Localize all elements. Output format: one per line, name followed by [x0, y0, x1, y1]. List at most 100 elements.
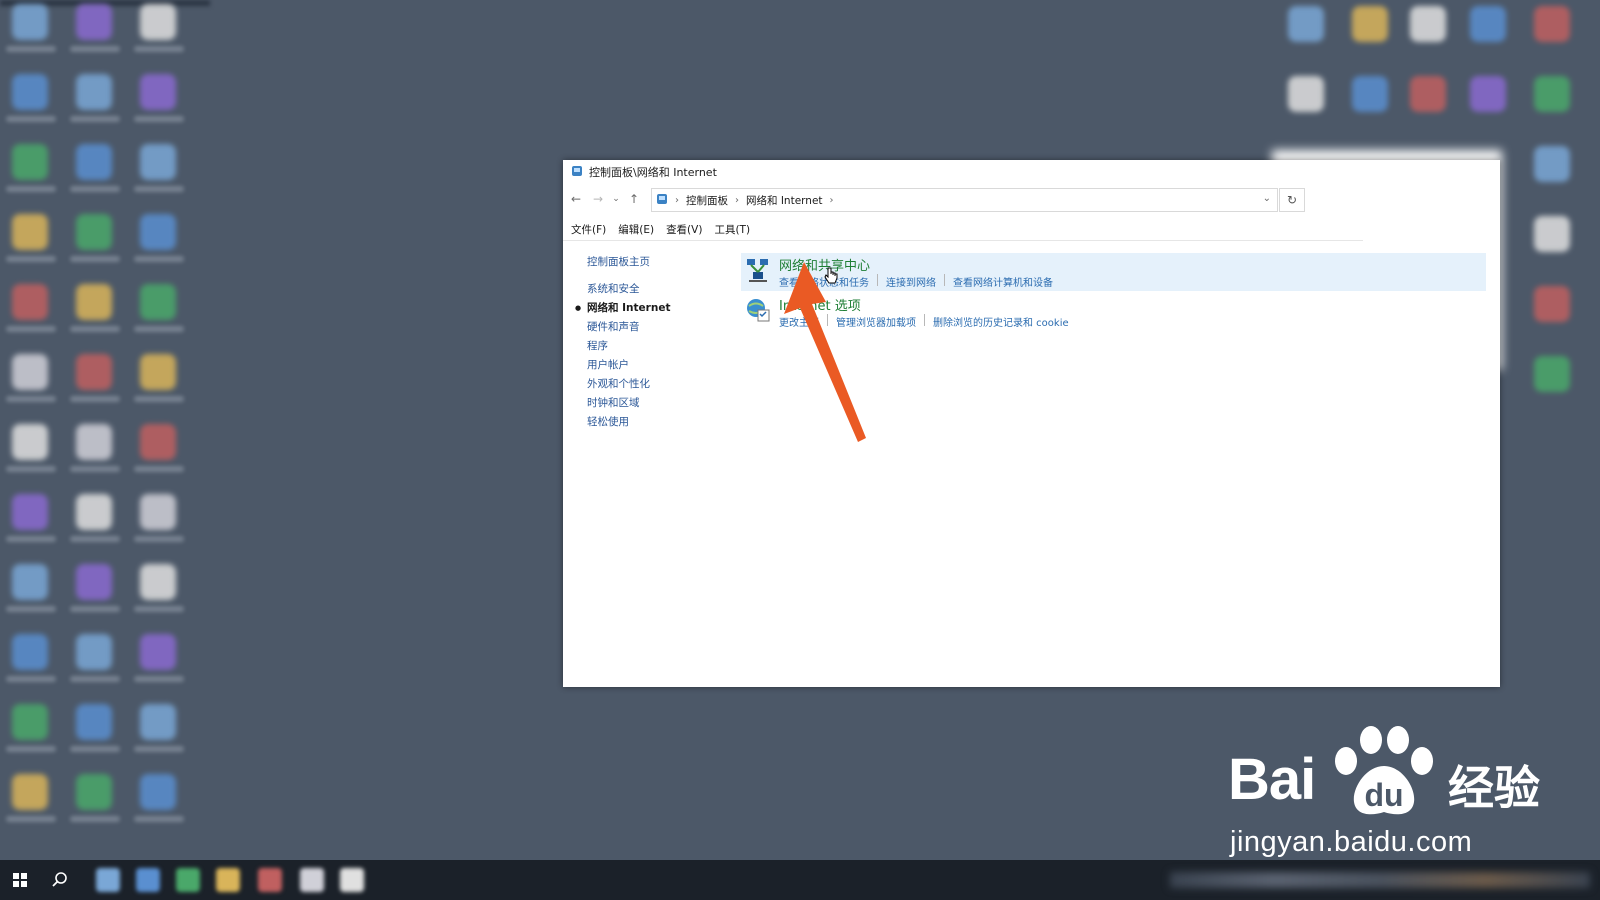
watermark-url: jingyan.baidu.com [1230, 826, 1473, 858]
desktop-shortcut-icon[interactable] [1288, 76, 1324, 112]
up-arrow-icon[interactable]: ↑ [625, 190, 643, 208]
desktop-shortcut-icon[interactable] [1534, 216, 1570, 252]
desktop-shortcut-icon[interactable] [140, 704, 176, 740]
menu-view[interactable]: 查看(V) [666, 222, 702, 237]
desktop-shortcut-icon[interactable] [140, 4, 176, 40]
desktop-shortcut-icon[interactable] [76, 774, 112, 810]
desktop-shortcut-icon[interactable] [12, 704, 48, 740]
desktop-shortcut-icon[interactable] [76, 634, 112, 670]
desktop-shortcut-icon[interactable] [76, 424, 112, 460]
sidebar-item-system-security[interactable]: 系统和安全 [587, 280, 670, 299]
view-network-computers-link[interactable]: 查看网络计算机和设备 [953, 274, 1053, 289]
menu-file[interactable]: 文件(F) [571, 222, 606, 237]
desktop-shortcut-icon[interactable] [12, 564, 48, 600]
desktop-shortcut-icon[interactable] [76, 564, 112, 600]
refresh-icon[interactable]: ↻ [1279, 188, 1305, 212]
breadcrumb-network-internet[interactable]: 网络和 Internet [746, 193, 823, 208]
sidebar-item-appearance[interactable]: 外观和个性化 [587, 375, 670, 394]
desktop-shortcut-icon[interactable] [12, 284, 48, 320]
sidebar-item-clock-region[interactable]: 时钟和区域 [587, 394, 670, 413]
title-bar[interactable]: 控制面板\网络和 Internet [563, 160, 1500, 184]
desktop-shortcut-icon[interactable] [1410, 6, 1446, 42]
desktop-shortcut-icon[interactable] [12, 634, 48, 670]
desktop-shortcut-icon[interactable] [76, 354, 112, 390]
desktop-shortcut-label [134, 256, 184, 262]
sidebar-item-network-internet[interactable]: 网络和 Internet [575, 299, 671, 318]
desktop-shortcut-icon[interactable] [76, 214, 112, 250]
desktop-shortcut-label [134, 326, 184, 332]
sidebar-home-link[interactable]: 控制面板主页 [587, 253, 670, 272]
desktop-shortcut-icon[interactable] [12, 74, 48, 110]
sidebar-item-programs[interactable]: 程序 [587, 337, 670, 356]
sidebar-item-user-accounts[interactable]: 用户帐户 [587, 356, 670, 375]
taskbar-app-icon[interactable] [136, 868, 160, 892]
desktop-shortcut-icon[interactable] [76, 144, 112, 180]
navigation-row: ← → ⌄ ↑ › 控制面板 › 网络和 Internet › ⌄ ↻ [563, 188, 1363, 212]
menu-edit[interactable]: 编辑(E) [618, 222, 654, 237]
taskbar-app-icon[interactable] [96, 868, 120, 892]
desktop-shortcut-icon[interactable] [140, 564, 176, 600]
desktop-shortcut-icon[interactable] [1534, 286, 1570, 322]
desktop-shortcut-label [70, 116, 120, 122]
desktop-shortcut-icon[interactable] [12, 774, 48, 810]
taskbar-app-icon[interactable] [340, 868, 364, 892]
desktop-shortcut-icon[interactable] [1410, 76, 1446, 112]
system-tray[interactable] [1170, 872, 1590, 888]
desktop-shortcut-icon[interactable] [1534, 146, 1570, 182]
desktop-shortcut-icon[interactable] [1352, 6, 1388, 42]
address-bar[interactable]: › 控制面板 › 网络和 Internet › ⌄ [651, 188, 1278, 212]
desktop-shortcut-label [70, 816, 120, 822]
desktop-shortcut-icon[interactable] [76, 284, 112, 320]
desktop-shortcut-icon[interactable] [12, 424, 48, 460]
desktop-shortcut-icon[interactable] [76, 4, 112, 40]
desktop-shortcut-icon[interactable] [1534, 356, 1570, 392]
desktop-shortcut-icon[interactable] [140, 424, 176, 460]
back-arrow-icon[interactable]: ← [567, 190, 585, 208]
desktop-shortcut-label [134, 396, 184, 402]
desktop-shortcut-icon[interactable] [12, 354, 48, 390]
desktop-shortcut-icon[interactable] [140, 494, 176, 530]
forward-arrow-icon[interactable]: → [589, 190, 607, 208]
desktop-shortcut-icon[interactable] [140, 634, 176, 670]
control-panel-icon [571, 165, 583, 180]
desktop-shortcut-icon[interactable] [1470, 6, 1506, 42]
desktop-shortcut-icon[interactable] [12, 494, 48, 530]
control-panel-window: 控制面板\网络和 Internet ← → ⌄ ↑ › 控制面板 › 网络和 I… [563, 160, 1500, 687]
desktop-shortcut-label [6, 396, 56, 402]
connect-to-network-link[interactable]: 连接到网络 [886, 274, 936, 289]
desktop-shortcut-icon[interactable] [1534, 76, 1570, 112]
breadcrumb-separator-icon[interactable]: › [830, 195, 834, 206]
taskbar-app-icon[interactable] [216, 868, 240, 892]
desktop-shortcut-icon[interactable] [140, 774, 176, 810]
taskbar-app-icon[interactable] [258, 868, 282, 892]
desktop-shortcut-icon[interactable] [140, 144, 176, 180]
desktop-shortcut-icon[interactable] [12, 4, 48, 40]
desktop-shortcut-icon[interactable] [140, 74, 176, 110]
desktop-shortcut-icon[interactable] [12, 214, 48, 250]
breadcrumb-control-panel[interactable]: 控制面板 [686, 193, 728, 208]
desktop-shortcut-icon[interactable] [76, 74, 112, 110]
desktop-shortcut-label [70, 676, 120, 682]
desktop-shortcut-icon[interactable] [140, 284, 176, 320]
address-dropdown-icon[interactable]: ⌄ [1263, 193, 1271, 204]
breadcrumb-separator-icon: › [675, 194, 679, 206]
desktop-shortcut-icon[interactable] [1288, 6, 1324, 42]
taskbar-app-icon[interactable] [300, 868, 324, 892]
menu-tools[interactable]: 工具(T) [714, 222, 750, 237]
recent-locations-chevron-icon[interactable]: ⌄ [611, 190, 621, 208]
taskbar-app-icon[interactable] [176, 868, 200, 892]
desktop-shortcut-icon[interactable] [140, 214, 176, 250]
desktop-shortcut-icon[interactable] [76, 494, 112, 530]
desktop-shortcut-icon[interactable] [76, 704, 112, 740]
desktop-shortcut-icon[interactable] [140, 354, 176, 390]
desktop-shortcut-icon[interactable] [1534, 6, 1570, 42]
watermark-brand: Bai [1228, 747, 1316, 812]
sidebar-item-hardware-sound[interactable]: 硬件和声音 [587, 318, 670, 337]
desktop-shortcut-icon[interactable] [1352, 76, 1388, 112]
desktop-shortcut-icon[interactable] [1470, 76, 1506, 112]
desktop-shortcut-icon[interactable] [12, 144, 48, 180]
sidebar-item-ease-of-access[interactable]: 轻松使用 [587, 413, 670, 432]
search-icon[interactable] [40, 860, 80, 900]
windows-start-icon[interactable] [0, 860, 40, 900]
delete-history-link[interactable]: 删除浏览的历史记录和 cookie [933, 314, 1069, 329]
